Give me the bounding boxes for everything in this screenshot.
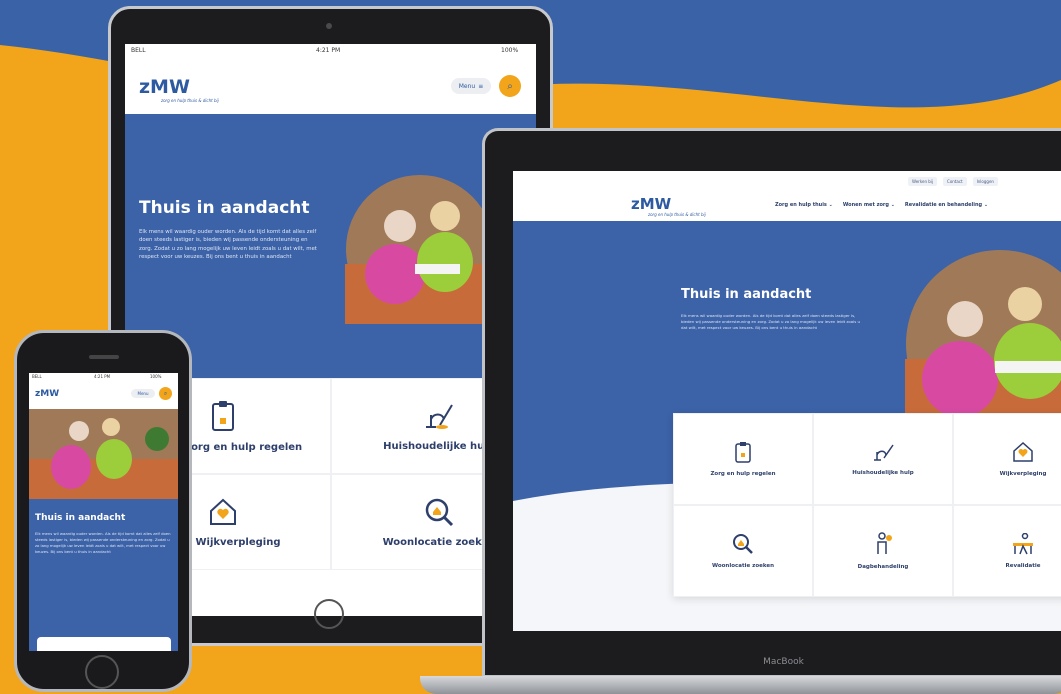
- tile-label: Wijkverpleging: [195, 536, 281, 548]
- phone-card: [37, 637, 171, 651]
- phone-home-button[interactable]: [85, 655, 119, 689]
- house-heart-icon: [1012, 441, 1034, 463]
- tile-label: Zorg en hulp regelen: [183, 441, 303, 453]
- nav-zorg-en-hulp[interactable]: Zorg en hulp thuis ⌄: [775, 202, 833, 208]
- tile-label: Woonlocatie zoeken: [711, 563, 774, 569]
- phone-speaker: [89, 355, 119, 359]
- hero-text: Elk mens wil waardig ouder worden. Als d…: [139, 229, 317, 261]
- nav-revalidatie[interactable]: Revalidatie en behandeling ⌄: [905, 202, 988, 208]
- tile-label: Wijkverpleging: [999, 471, 1047, 477]
- hamburger-icon: ≡: [478, 82, 484, 90]
- tablet-camera: [326, 23, 332, 29]
- hero-photo: [29, 409, 178, 499]
- laptop-tiles-card: Zorg en hulp regelen Huishoudelijke hulp…: [673, 413, 1061, 597]
- hero-title: Thuis in aandacht: [139, 198, 310, 218]
- tile-label: Woonlocatie zoeken: [382, 536, 496, 548]
- person-icon: [873, 532, 893, 556]
- hero-title: Thuis in aandacht: [681, 287, 812, 302]
- clipboard-icon: [734, 441, 752, 463]
- status-battery: 100%: [501, 47, 519, 54]
- phone-device: BELL 4:21 PM 100% zMW Menu ⌕ Thuis in aa…: [14, 330, 192, 692]
- search-button[interactable]: ⌕: [159, 387, 172, 400]
- brand-logo[interactable]: zMW: [35, 389, 59, 399]
- menu-label: Menu: [458, 82, 476, 90]
- status-battery: 100%: [150, 374, 162, 379]
- vacuum-icon: [422, 401, 456, 431]
- laptop-model-label: MacBook: [763, 657, 804, 667]
- tile-label: Dagbehandeling: [857, 564, 909, 570]
- menu-button[interactable]: Menu ≡: [451, 78, 491, 94]
- laptop-nav: Zorg en hulp thuis ⌄ Wonen met zorg ⌄ Re…: [775, 202, 988, 208]
- hero-photo: [905, 250, 1061, 439]
- tablet-hero: Thuis in aandacht Elk mens wil waardig o…: [125, 114, 536, 378]
- search-house-icon: [424, 497, 454, 527]
- menu-button[interactable]: Menu: [131, 389, 155, 398]
- topbar-link[interactable]: Inloggen: [972, 177, 998, 186]
- search-button[interactable]: ⌕: [499, 75, 521, 97]
- search-house-icon: [732, 533, 754, 555]
- clipboard-icon: [210, 400, 236, 432]
- brand-tagline: zorg en hulp thuis & dicht bij: [161, 98, 219, 103]
- tablet-header: zMW zorg en hulp thuis & dicht bij Menu …: [125, 58, 536, 114]
- search-icon: ⌕: [507, 80, 513, 92]
- tile-revalidatie[interactable]: Revalidatie: [953, 505, 1061, 597]
- search-icon: ⌕: [163, 389, 168, 397]
- tablet-home-button[interactable]: [314, 599, 344, 629]
- brand-logo[interactable]: zMW: [139, 76, 190, 98]
- rehab-icon: [1011, 533, 1035, 555]
- phone-screen: BELL 4:21 PM 100% zMW Menu ⌕ Thuis in aa…: [29, 373, 178, 651]
- tile-woonlocatie[interactable]: Woonlocatie zoeken: [673, 505, 813, 597]
- house-heart-icon: [208, 497, 238, 527]
- tile-huishoudelijke-hulp[interactable]: Huishoudelijke hulp: [813, 413, 953, 505]
- tile-label: Revalidatie: [1005, 563, 1041, 569]
- brand-tagline: zorg en hulp thuis & dicht bij: [648, 212, 706, 217]
- laptop-topbar: Werken bij Contact Inloggen: [908, 177, 998, 186]
- topbar-link[interactable]: Werken bij: [908, 177, 938, 186]
- tile-wijkverpleging[interactable]: Wijkverpleging: [953, 413, 1061, 505]
- phone-hero: Thuis in aandacht Elk mens wil waardig o…: [29, 499, 178, 651]
- vacuum-icon: [871, 442, 895, 462]
- laptop-base: [420, 676, 1061, 694]
- brand-logo[interactable]: zMW: [631, 195, 671, 213]
- menu-label: Menu: [137, 391, 149, 396]
- hero-title: Thuis in aandacht: [35, 513, 126, 523]
- hero-text: Elk mens wil waardig ouder worden. Als d…: [35, 531, 171, 554]
- tile-label: Huishoudelijke hulp: [852, 470, 914, 476]
- status-time: 4:21 PM: [94, 374, 111, 379]
- tile-dagbehandeling[interactable]: Dagbehandeling: [813, 505, 953, 597]
- laptop-device: Werken bij Contact Inloggen zMW zorg en …: [482, 128, 1061, 678]
- topbar-link[interactable]: Contact: [943, 177, 967, 186]
- tile-label: Huishoudelijke hulp: [383, 440, 495, 452]
- hero-text: Elk mens wil waardig ouder worden. Als d…: [681, 313, 860, 331]
- tile-zorg-en-hulp[interactable]: Zorg en hulp regelen: [673, 413, 813, 505]
- status-time: 4:21 PM: [316, 47, 341, 54]
- phone-status-bar: BELL 4:21 PM 100%: [32, 374, 178, 386]
- status-carrier: BELL: [32, 374, 42, 379]
- laptop-screen: Werken bij Contact Inloggen zMW zorg en …: [513, 171, 1061, 631]
- nav-wonen-met-zorg[interactable]: Wonen met zorg ⌄: [843, 202, 895, 208]
- hero-photo: [345, 175, 495, 324]
- tile-label: Zorg en hulp regelen: [710, 471, 776, 477]
- status-carrier: BELL: [131, 47, 146, 54]
